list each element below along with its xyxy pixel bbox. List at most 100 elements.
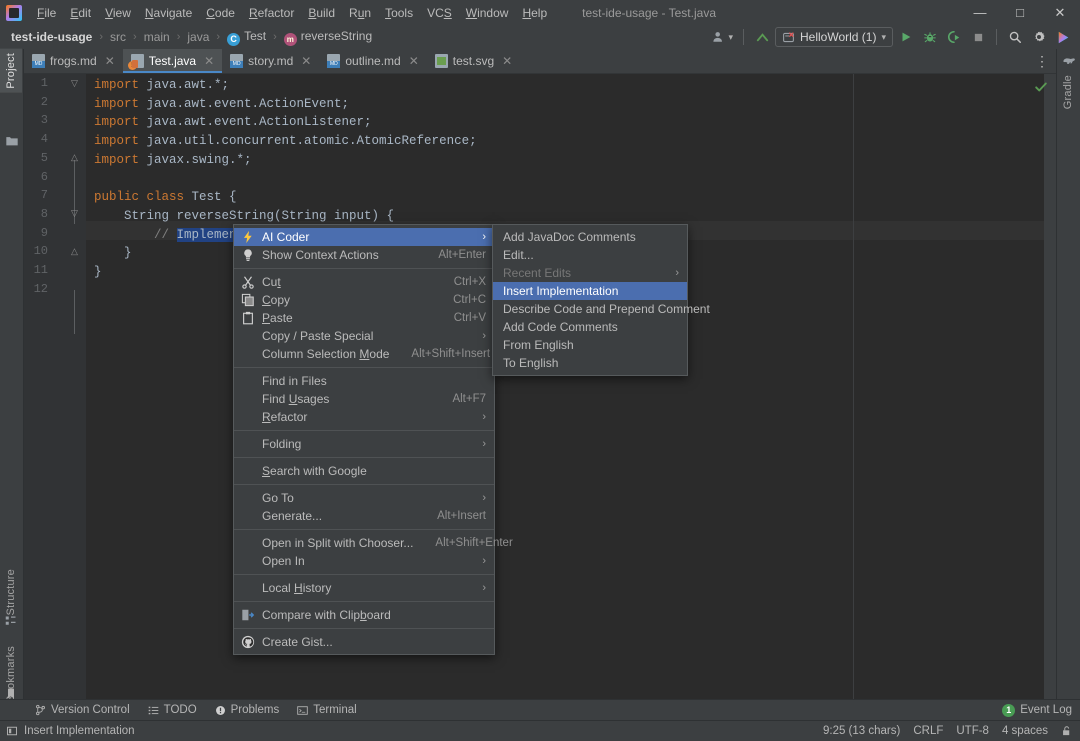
editor-tab-test-java[interactable]: !Test.java✕	[123, 49, 222, 73]
inspection-ok-checkmark[interactable]	[1034, 80, 1048, 94]
context-menu-item-ai-coder[interactable]: AI Coder ›	[234, 228, 494, 246]
tab-overflow-menu-icon[interactable]: ⋮	[1032, 49, 1052, 74]
tool-button-terminal[interactable]: Terminal	[288, 702, 365, 718]
menu-refactor[interactable]: Refactor	[242, 3, 301, 23]
menu-file[interactable]: File	[30, 3, 63, 23]
context-menu-item-cut[interactable]: CutCtrl+X	[234, 273, 494, 291]
context-menu-item-folding[interactable]: Folding›	[234, 435, 494, 453]
context-menu-item-create-gist[interactable]: Create Gist...	[234, 633, 494, 651]
line-number: 12	[24, 282, 48, 296]
context-menu-item-label: AI Coder	[262, 230, 466, 244]
caret-position[interactable]: 9:25 (13 chars)	[823, 725, 900, 737]
updates-arrow-icon[interactable]	[751, 26, 773, 48]
menu-run[interactable]: Run	[342, 3, 378, 23]
fold-expand-icon[interactable]: △	[69, 246, 80, 257]
ai-assistant-icon[interactable]	[1052, 26, 1074, 48]
chevron-right-icon: ›	[482, 492, 486, 504]
breadcrumb-item-src[interactable]: src	[107, 29, 129, 45]
tool-button-todo[interactable]: TODO	[139, 702, 206, 718]
context-menu-item-paste[interactable]: PasteCtrl+V	[234, 309, 494, 327]
stop-icon[interactable]	[967, 26, 989, 48]
ai-coder-submenu[interactable]: Add JavaDoc CommentsEdit...Recent Edits›…	[492, 224, 688, 376]
menu-code[interactable]: Code	[199, 3, 242, 23]
submenu-item-from-english[interactable]: From English	[493, 336, 687, 354]
maximize-button[interactable]: □	[1000, 0, 1040, 25]
breadcrumb-separator: ›	[129, 31, 141, 43]
menu-view[interactable]: View	[98, 3, 138, 23]
close-button[interactable]: ✕	[1040, 0, 1080, 25]
context-menu-item-refactor[interactable]: Refactor›	[234, 408, 494, 426]
editor-scrollbar[interactable]	[1044, 74, 1056, 707]
no-icon	[240, 329, 256, 343]
context-menu-item-go-to[interactable]: Go To›	[234, 489, 494, 507]
editor-tab-frogs-md[interactable]: frogs.md✕	[24, 49, 123, 73]
editor-gutter[interactable]: 123456789101112 ▽ △ ▽ △	[24, 74, 86, 707]
context-menu-item-open-in[interactable]: Open In›	[234, 552, 494, 570]
fold-expand-icon[interactable]: △	[69, 152, 80, 163]
gradle-elephant-icon	[1062, 55, 1076, 69]
tool-button-version-control[interactable]: Version Control	[26, 702, 139, 718]
close-icon[interactable]: ✕	[105, 54, 115, 68]
submenu-item-insert-implementation[interactable]: Insert Implementation	[493, 282, 687, 300]
chevron-right-icon: ›	[482, 231, 486, 243]
code-text[interactable]: import java.awt.*;import java.awt.event.…	[86, 74, 1056, 707]
search-everywhere-icon[interactable]	[1004, 26, 1026, 48]
submenu-item-add-code-comments[interactable]: Add Code Comments	[493, 318, 687, 336]
context-menu-item-compare-with-clipboard[interactable]: Compare with Clipboard	[234, 606, 494, 624]
submenu-item-edit[interactable]: Edit...	[493, 246, 687, 264]
sidebar-item-project[interactable]: Project	[0, 49, 22, 93]
menu-navigate[interactable]: Navigate	[138, 3, 199, 23]
breadcrumb-item-java[interactable]: java	[184, 29, 212, 45]
indent-setting[interactable]: 4 spaces	[1002, 725, 1048, 737]
status-message[interactable]: Insert Implementation	[6, 725, 135, 737]
breadcrumb-item-test-ide-usage[interactable]: test-ide-usage	[8, 29, 95, 45]
file-encoding[interactable]: UTF-8	[956, 725, 989, 737]
menu-window[interactable]: Window	[459, 3, 516, 23]
context-menu-item-local-history[interactable]: Local History›	[234, 579, 494, 597]
settings-gear-icon[interactable]	[1028, 26, 1050, 48]
run-with-coverage-icon[interactable]	[943, 26, 965, 48]
close-icon[interactable]: ✕	[502, 54, 512, 68]
context-menu-item-search-with-google[interactable]: Search with Google	[234, 462, 494, 480]
sidebar-item-structure[interactable]: Structure	[0, 565, 22, 619]
line-separator[interactable]: CRLF	[913, 725, 943, 737]
context-menu-item-generate[interactable]: Generate...Alt+Insert	[234, 507, 494, 525]
editor-context-menu[interactable]: AI Coder › Show Context ActionsAlt+Enter Cu…	[233, 224, 495, 655]
tool-button-problems[interactable]: Problems	[206, 702, 289, 718]
breadcrumb-item-main[interactable]: main	[141, 29, 173, 45]
menu-help[interactable]: Help	[515, 3, 554, 23]
menu-edit[interactable]: Edit	[63, 3, 98, 23]
breadcrumb-item-reversestring[interactable]: mreverseString	[281, 28, 375, 47]
menu-vcs[interactable]: VCS	[420, 3, 459, 23]
submenu-item-add-javadoc-comments[interactable]: Add JavaDoc Comments	[493, 228, 687, 246]
debug-icon[interactable]	[919, 26, 941, 48]
editor-tab-test-svg[interactable]: test.svg✕	[427, 49, 520, 73]
code-editor[interactable]: 123456789101112 ▽ △ ▽ △ import java.awt.…	[24, 74, 1056, 707]
context-menu-item-find-in-files[interactable]: Find in Files	[234, 372, 494, 390]
submenu-item-describe-code-and-prepend-comment[interactable]: Describe Code and Prepend Comment	[493, 300, 687, 318]
event-log-button[interactable]: 1 Event Log	[1002, 704, 1072, 717]
account-icon[interactable]: ▾	[709, 26, 736, 48]
submenu-item-to-english[interactable]: To English	[493, 354, 687, 372]
minimize-button[interactable]: —	[960, 0, 1000, 25]
context-menu-item-open-in-split-with-chooser[interactable]: Open in Split with Chooser...Alt+Shift+E…	[234, 534, 494, 552]
close-icon[interactable]: ✕	[301, 54, 311, 68]
sidebar-item-gradle[interactable]: Gradle	[1057, 71, 1079, 113]
unlocked-padlock-icon[interactable]	[1061, 725, 1072, 737]
context-menu-item-copy[interactable]: CopyCtrl+C	[234, 291, 494, 309]
close-icon[interactable]: ✕	[409, 54, 419, 68]
run-configuration-selector[interactable]: HelloWorld (1) ▾	[775, 27, 893, 47]
editor-tab-outline-md[interactable]: outline.md✕	[319, 49, 426, 73]
context-menu-item-column-selection-mode[interactable]: Column Selection ModeAlt+Shift+Insert	[234, 345, 494, 363]
run-icon[interactable]	[895, 26, 917, 48]
breadcrumb-item-test[interactable]: CTest	[224, 28, 269, 47]
fold-collapse-icon[interactable]: ▽	[69, 78, 80, 89]
context-menu-item-copy-paste-special[interactable]: Copy / Paste Special›	[234, 327, 494, 345]
menu-build[interactable]: Build	[301, 3, 342, 23]
context-menu-item-find-usages[interactable]: Find UsagesAlt+F7	[234, 390, 494, 408]
editor-tab-story-md[interactable]: story.md✕	[222, 49, 319, 73]
menu-tools[interactable]: Tools	[378, 3, 420, 23]
context-menu-item-show-context-actions[interactable]: Show Context ActionsAlt+Enter	[234, 246, 494, 264]
fold-collapse-icon[interactable]: ▽	[69, 208, 80, 219]
close-icon[interactable]: ✕	[204, 54, 214, 68]
